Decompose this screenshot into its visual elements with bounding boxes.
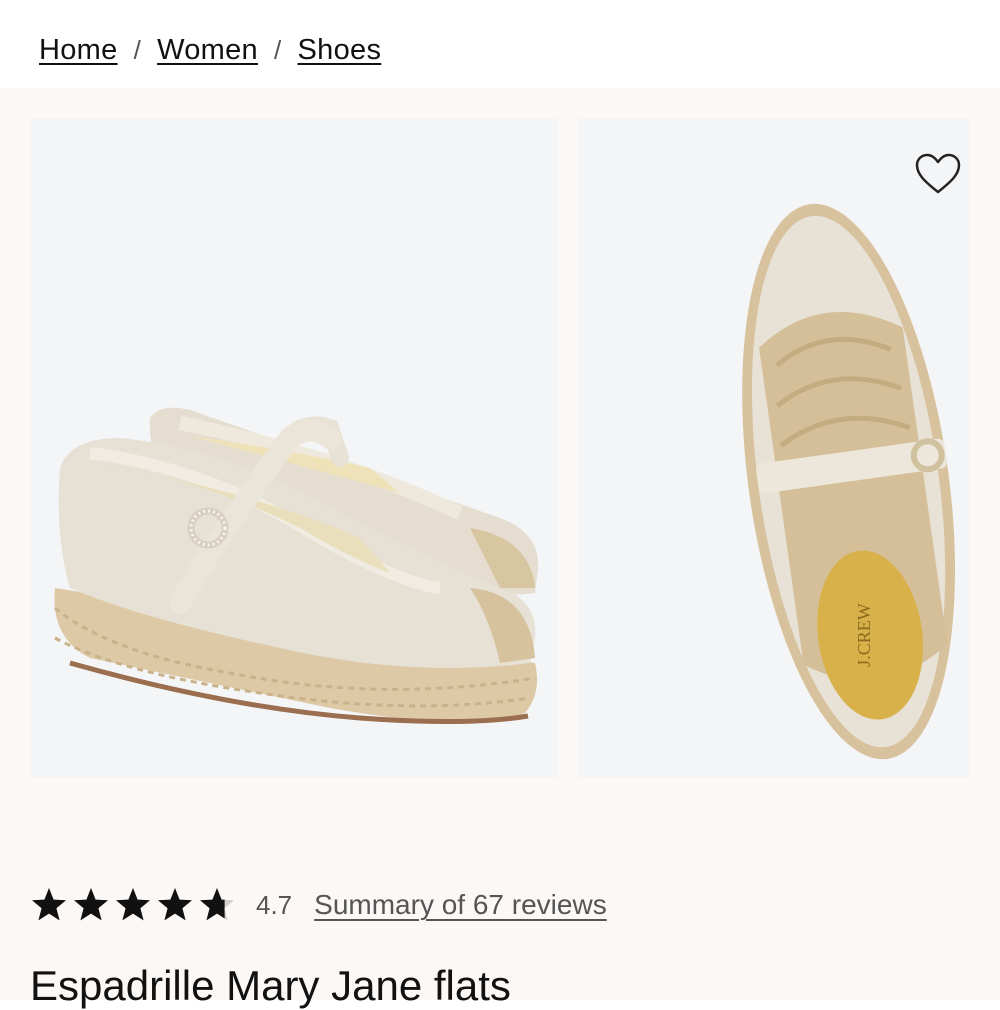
star-icon (158, 888, 192, 921)
product-image-top[interactable]: J.CREW (578, 118, 970, 778)
rating-value: 4.7 (256, 889, 293, 920)
rating-summary: 4.7 Summary of 67 reviews (30, 880, 607, 930)
star-icon (200, 888, 234, 921)
insole-brand-text: J.CREW (854, 603, 874, 667)
product-gallery: J.CREW (0, 88, 1000, 1000)
reviews-summary-link[interactable]: Summary of 67 reviews (314, 889, 607, 921)
star-rating (30, 886, 236, 924)
shoe-pair-illustration (54, 407, 539, 725)
product-image-side[interactable] (30, 118, 558, 778)
star-icon (74, 888, 108, 921)
breadcrumb-shoes[interactable]: Shoes (298, 34, 382, 67)
star-icon (32, 888, 66, 921)
breadcrumb-separator: / (133, 35, 142, 65)
shoe-top-illustration: J.CREW (742, 203, 956, 760)
breadcrumb-home[interactable]: Home (39, 34, 118, 67)
wishlist-heart-icon[interactable] (914, 152, 962, 196)
breadcrumb-women[interactable]: Women (157, 34, 258, 67)
product-title: Espadrille Mary Jane flats (30, 962, 511, 1009)
breadcrumb: Home / Women / Shoes (39, 34, 381, 67)
breadcrumb-separator: / (273, 35, 282, 65)
star-icon (116, 888, 150, 921)
